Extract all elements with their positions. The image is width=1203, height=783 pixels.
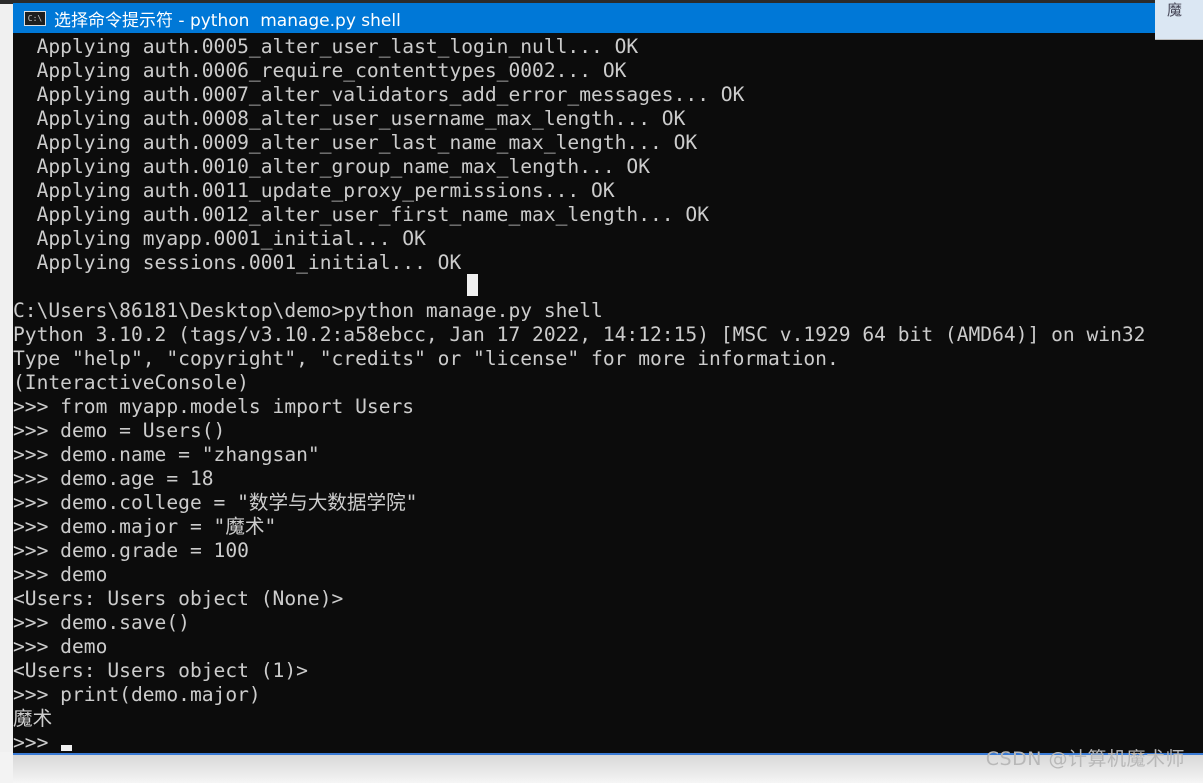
- console-line: (InteractiveConsole): [13, 371, 249, 394]
- console-line: Applying auth.0012_alter_user_first_name…: [13, 203, 709, 226]
- console-line: >>> demo: [13, 563, 108, 586]
- watermark: CSDN @计算机魔术师: [985, 748, 1185, 770]
- console-line: Applying auth.0011_update_proxy_permissi…: [13, 179, 615, 202]
- console-line: Applying auth.0007_alter_validators_add_…: [13, 83, 745, 106]
- console-line: Applying auth.0006_require_contenttypes_…: [13, 59, 627, 82]
- console-line: >>> demo: [13, 635, 108, 658]
- console-line: >>> demo.major = "魔术": [13, 515, 277, 538]
- console-line: >>> demo = Users(): [13, 419, 226, 442]
- console-line: Applying auth.0005_alter_user_last_login…: [13, 35, 639, 58]
- console-output[interactable]: Applying auth.0005_alter_user_last_login…: [13, 35, 1203, 754]
- console-line: >>> from myapp.models import Users: [13, 395, 415, 418]
- console-line: >>> print(demo.major): [13, 683, 261, 706]
- console-line: <Users: Users object (1)>: [13, 659, 308, 682]
- console-line: >>> demo.save(): [13, 611, 190, 634]
- console-line: >>> demo.age = 18: [13, 467, 214, 490]
- window-title: 选择命令提示符 - python manage.py shell: [54, 10, 401, 31]
- background-window-edge: [0, 4, 14, 752]
- console-line: 魔术: [13, 707, 53, 730]
- console-line: Applying auth.0008_alter_user_username_m…: [13, 107, 686, 130]
- console-line: C:\Users\86181\Desktop\demo>python manag…: [13, 299, 603, 322]
- console-line: Applying myapp.0001_initial... OK: [13, 227, 426, 250]
- console-line: Applying auth.0010_alter_group_name_max_…: [13, 155, 651, 178]
- text-cursor: [467, 274, 478, 296]
- background-window-fragment: 魔: [1155, 0, 1203, 40]
- console-line: Applying auth.0009_alter_user_last_name_…: [13, 131, 698, 154]
- cmd-icon: C:\: [24, 10, 46, 26]
- console-line: >>> demo.college = "数学与大数据学院": [13, 491, 418, 514]
- console-line: >>> demo.name = "zhangsan": [13, 443, 320, 466]
- command-prompt-window[interactable]: C:\ 选择命令提示符 - python manage.py shell App…: [13, 3, 1203, 755]
- console-line: >>> demo.grade = 100: [13, 539, 249, 562]
- title-bar[interactable]: C:\ 选择命令提示符 - python manage.py shell: [13, 3, 1203, 33]
- prompt-cursor: [61, 745, 72, 751]
- console-line: <Users: Users object (None)>: [13, 587, 344, 610]
- console-line: Type "help", "copyright", "credits" or "…: [13, 347, 839, 370]
- console-line: Applying sessions.0001_initial... OK: [13, 251, 462, 274]
- console-line: Python 3.10.2 (tags/v3.10.2:a58ebcc, Jan…: [13, 323, 1146, 346]
